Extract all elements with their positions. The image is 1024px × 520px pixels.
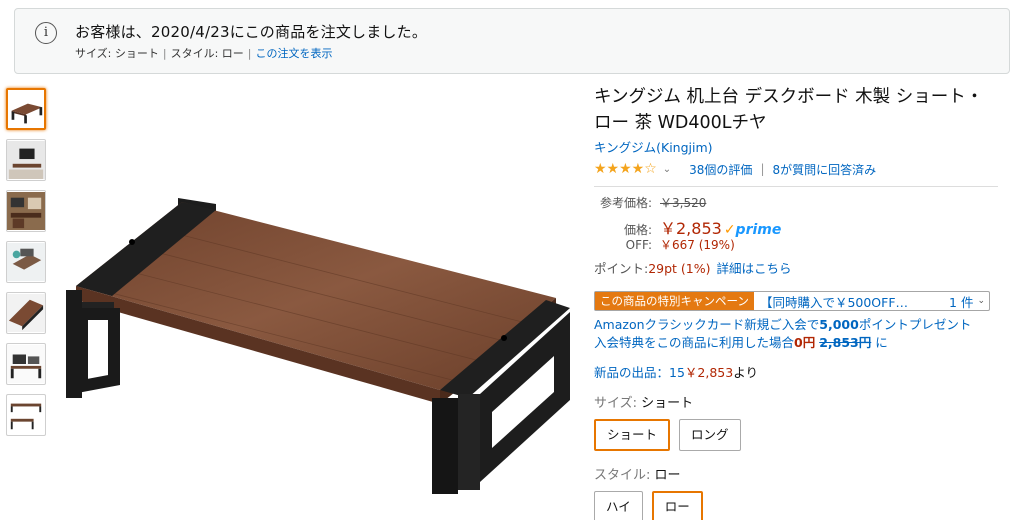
list-price-row: 参考価格: ￥3,520 (594, 194, 1004, 215)
card-promo-line1[interactable]: Amazonクラシックカード新規ご入会で5,000ポイントプレゼント (594, 316, 1004, 334)
campaign-count[interactable]: 1 件 (949, 292, 973, 311)
list-price: ￥3,520 (660, 196, 707, 210)
order-size-value: ショート (114, 47, 159, 60)
style-selector-label: スタイル: ロー (594, 464, 1004, 483)
price-row: 価格: ￥2,853 ✓prime (594, 215, 1004, 238)
size-options: ショート ロング (594, 419, 1004, 451)
order-style-value: ロー (221, 47, 244, 60)
product-details: キングジム 机上台 デスクボード 木製 ショート・ロー 茶 WD400Lチヤ キ… (594, 84, 1004, 520)
size-selector-label: サイズ: ショート (594, 392, 1004, 411)
style-option-high[interactable]: ハイ (594, 491, 643, 520)
savings-label: OFF: (625, 238, 652, 252)
product-title: キングジム 机上台 デスクボード 木製 ショート・ロー 茶 WD400Lチヤ (594, 87, 984, 133)
view-order-link[interactable]: この注文を表示 (256, 47, 333, 60)
campaign-badge: この商品の特別キャンペーン (595, 292, 754, 310)
rating-count-link[interactable]: 38個の評価 (689, 161, 752, 178)
order-history-banner: i お客様は、2020/4/23にこの商品を注文しました。 サイズ: ショート |… (14, 8, 1010, 74)
style-options: ハイ ロー (594, 491, 1004, 520)
style-selected-value: ロー (654, 468, 681, 483)
card-promo-price: 0円 (794, 335, 816, 350)
size-label: サイズ: (594, 396, 642, 411)
style-label: スタイル: (594, 468, 655, 483)
new-offers-price[interactable]: ￥2,853 (685, 365, 733, 380)
new-offers-link[interactable]: 新品の出品：15￥2,853より (594, 362, 1004, 381)
separator: | (760, 162, 765, 176)
main-product-image[interactable] (40, 190, 600, 500)
price-label: 価格: (623, 223, 652, 237)
thumbnail-monitor-setup[interactable] (6, 139, 46, 181)
new-offers-tail: より (733, 365, 758, 380)
size-selected-value: ショート (641, 396, 694, 411)
separator: | (247, 47, 252, 60)
size-option-long[interactable]: ロング (679, 419, 741, 451)
card-promotion[interactable]: Amazonクラシックカード新規ご入会で5,000ポイントプレゼント 入会特典を… (594, 316, 1004, 352)
points-details-link[interactable]: 詳細はこちら (717, 258, 792, 277)
campaign-text[interactable]: 【同時購入で￥500OFF… (760, 292, 908, 311)
star-rating-icon[interactable]: ★★★★☆ (594, 161, 657, 177)
order-size-label: サイズ: (75, 47, 115, 60)
order-message: お客様は、2020/4/23にこの商品を注文しました。 (75, 23, 428, 41)
new-offers-label[interactable]: 新品の出品：15 (594, 365, 685, 380)
savings-row: OFF: ￥667 (19%) (594, 236, 1004, 257)
chevron-down-icon[interactable]: ⌄ (977, 296, 985, 306)
size-option-short[interactable]: ショート (594, 419, 671, 451)
points-value: 29pt (1%) (648, 261, 711, 276)
price-table: 参考価格: ￥3,520 価格: ￥2,853 ✓prime OFF: ￥667… (594, 194, 1004, 277)
points-label: ポイント: (594, 261, 649, 276)
card-promo-points: 5,000 (819, 317, 859, 332)
savings-value: ￥667 (19%) (660, 238, 735, 252)
rating-row: ★★★★☆ ⌄ 38個の評価 | 8が質問に回答済み (594, 160, 1004, 178)
points-row: ポイント: 29pt (1%) 詳細はこちら (594, 258, 1004, 277)
separator: | (162, 47, 167, 60)
thumbnail-desk-board-brown[interactable] (6, 88, 46, 130)
info-icon: i (35, 22, 57, 44)
order-details: サイズ: ショート | スタイル: ロー | この注文を表示 (75, 45, 333, 61)
chevron-down-icon[interactable]: ⌄ (663, 164, 671, 175)
answered-questions-link[interactable]: 8が質問に回答済み (772, 161, 876, 178)
brand-link[interactable]: キングジム(Kingjim) (594, 137, 1004, 156)
prime-label: prime (735, 222, 782, 238)
card-promo-text: Amazonクラシックカード新規ご入会で (594, 317, 820, 332)
style-option-low[interactable]: ロー (651, 491, 703, 520)
campaign-dropdown[interactable]: この商品の特別キャンペーン 【同時購入で￥500OFF… 1 件 ⌄ (594, 291, 990, 311)
card-promo-original-price: 2,853円 (819, 335, 872, 350)
order-style-label: スタイル: (170, 47, 222, 60)
card-promo-text: に (871, 335, 888, 350)
card-promo-text: ポイントプレゼント (858, 317, 972, 332)
card-promo-line2[interactable]: 入会特典をこの商品に利用した場合0円 2,853円 に (594, 334, 1004, 352)
card-promo-text: 入会特典をこの商品に利用した場合 (594, 335, 795, 350)
list-price-label: 参考価格: (599, 196, 652, 210)
divider (594, 186, 998, 187)
